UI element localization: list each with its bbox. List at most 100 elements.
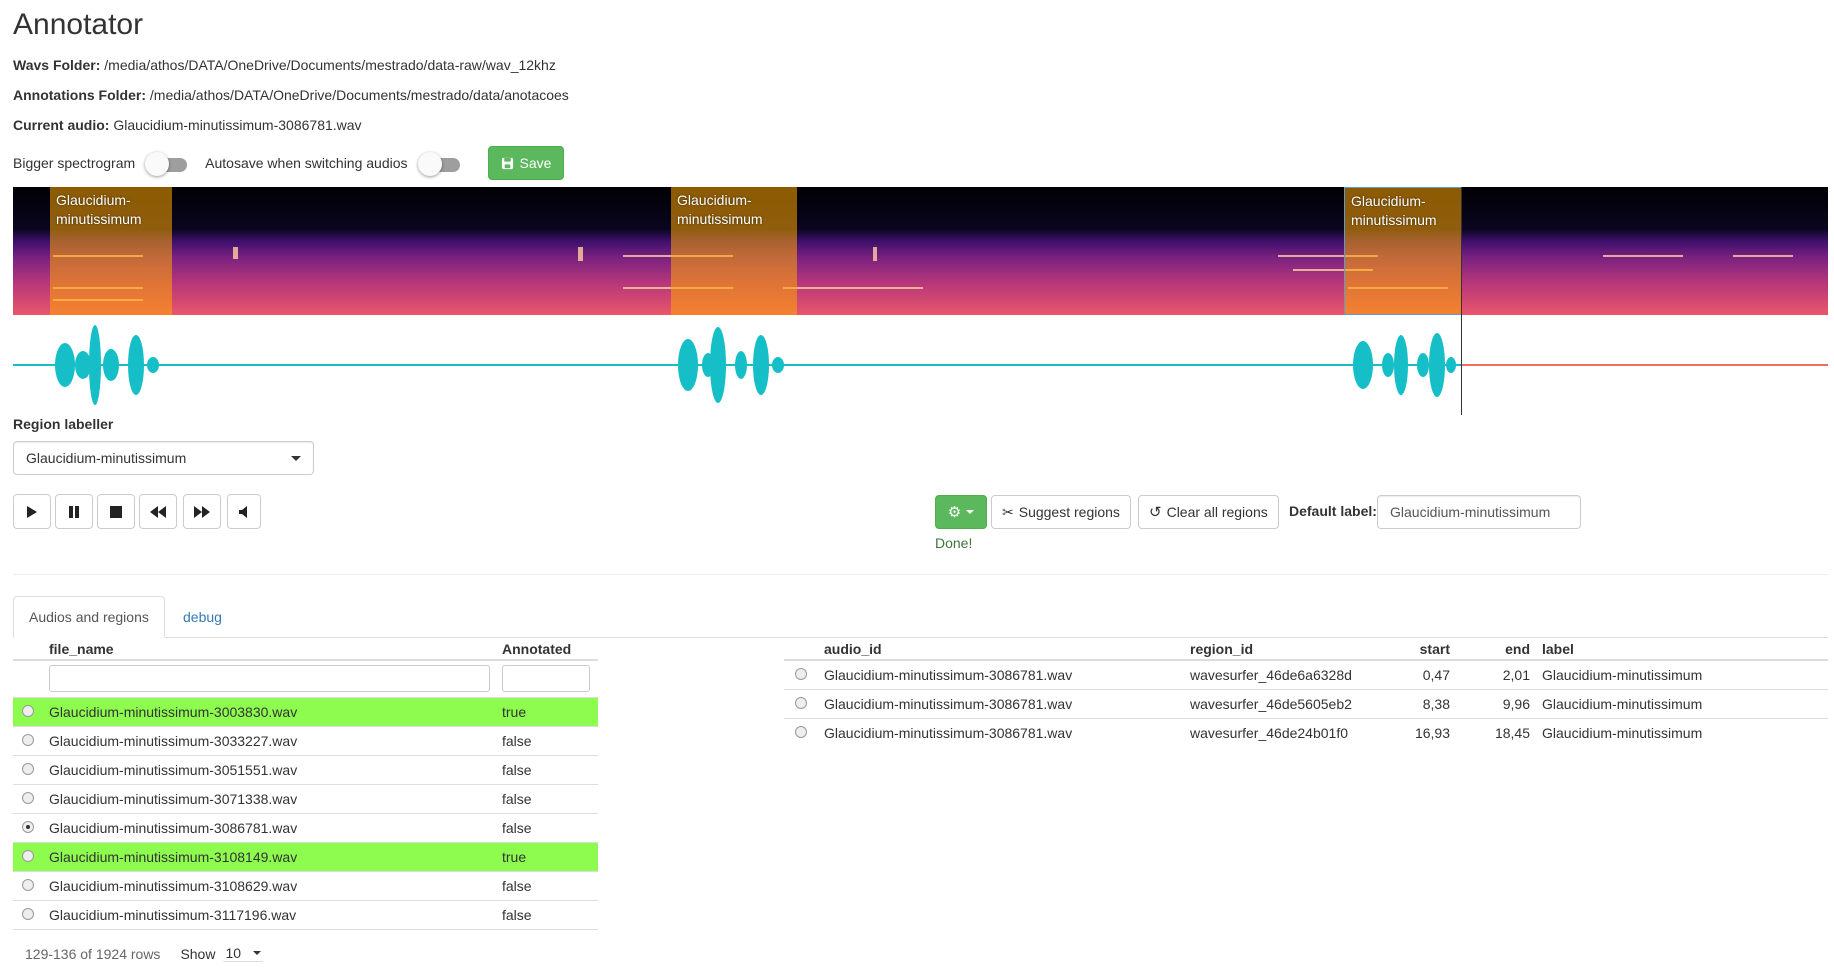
annotated-cell: true bbox=[496, 841, 598, 871]
annotated-cell: false bbox=[496, 783, 598, 813]
show-label: Show bbox=[180, 945, 216, 962]
audio-id-cell: Glaucidium-minutissimum-3086781.wav bbox=[824, 666, 1073, 683]
file-name-cell: Glaucidium-minutissimum-3051551.wav bbox=[43, 754, 496, 784]
label-cell: Glaucidium-minutissimum bbox=[1536, 717, 1828, 747]
region-2-label: Glaucidium-minutissimum bbox=[677, 192, 763, 227]
chevron-down-icon bbox=[966, 510, 975, 514]
row-select-radio[interactable] bbox=[795, 696, 807, 709]
row-select-radio[interactable] bbox=[795, 725, 807, 738]
row-select-radio[interactable] bbox=[22, 820, 34, 833]
file-name-cell: Glaucidium-minutissimum-3086781.wav bbox=[43, 812, 496, 842]
start-cell: 16,93 bbox=[1396, 717, 1456, 747]
stop-button[interactable] bbox=[97, 494, 135, 529]
wavs-folder-label: Wavs Folder: bbox=[13, 57, 101, 73]
page-size-value: 10 bbox=[225, 945, 242, 961]
files-col-file-name[interactable]: file_name bbox=[43, 638, 496, 661]
files-filter-row bbox=[13, 660, 598, 697]
row-select-radio[interactable] bbox=[22, 733, 34, 746]
regions-col-end[interactable]: end bbox=[1456, 638, 1536, 661]
table-row[interactable]: Glaucidium-minutissimum-3086781.wav wave… bbox=[784, 717, 1828, 747]
table-row[interactable]: Glaucidium-minutissimum-3108149.wav true bbox=[13, 841, 598, 871]
table-row[interactable]: Glaucidium-minutissimum-3117196.wav fals… bbox=[13, 899, 598, 930]
region-3[interactable]: Glaucidium-minutissimum bbox=[1344, 187, 1462, 315]
annotations-folder-value: /media/athos/DATA/OneDrive/Documents/mes… bbox=[149, 87, 569, 103]
forward-button[interactable] bbox=[183, 494, 221, 529]
pause-button[interactable] bbox=[55, 494, 93, 529]
tab-debug[interactable]: debug bbox=[168, 596, 237, 638]
region-1-label: Glaucidium-minutissimum bbox=[56, 192, 142, 227]
chevron-down-icon bbox=[291, 455, 301, 461]
settings-dropdown-button[interactable]: ⚙ bbox=[935, 495, 987, 529]
rows-info: 129-136 of 1924 rows bbox=[25, 945, 161, 962]
start-cell: 0,47 bbox=[1422, 666, 1450, 683]
tab-audios-and-regions[interactable]: Audios and regions bbox=[13, 596, 165, 638]
row-select-radio[interactable] bbox=[22, 878, 34, 891]
region-labeller-select[interactable]: Glaucidium-minutissimum bbox=[13, 441, 314, 475]
table-row[interactable]: Glaucidium-minutissimum-3071338.wav fals… bbox=[13, 783, 598, 813]
row-select-radio[interactable] bbox=[795, 667, 807, 680]
file-name-cell: Glaucidium-minutissimum-3003830.wav bbox=[43, 696, 496, 726]
forward-icon bbox=[194, 505, 210, 518]
current-audio-value: Glaucidium-minutissimum-3086781.wav bbox=[113, 117, 362, 133]
annotated-cell: false bbox=[496, 754, 598, 784]
annotations-folder-info: Annotations Folder: /media/athos/DATA/On… bbox=[13, 87, 569, 103]
region-id-cell: wavesurfer_46de5605eb2 bbox=[1184, 688, 1396, 718]
row-select-radio[interactable] bbox=[22, 907, 34, 920]
regions-col-start[interactable]: start bbox=[1396, 638, 1456, 661]
regions-col-label[interactable]: label bbox=[1536, 638, 1828, 661]
regions-col-audio-id[interactable]: audio_id bbox=[818, 638, 1184, 661]
playback-cursor[interactable] bbox=[1461, 187, 1462, 415]
floppy-disk-icon bbox=[501, 157, 513, 169]
label-cell: Glaucidium-minutissimum bbox=[1536, 688, 1828, 718]
bigger-spectrogram-toggle[interactable] bbox=[145, 152, 188, 176]
file-name-cell: Glaucidium-minutissimum-3108149.wav bbox=[43, 841, 496, 871]
spectrogram[interactable]: Glaucidium-minutissimum Glaucidium-minut… bbox=[13, 187, 1828, 315]
regions-col-region-id[interactable]: region_id bbox=[1184, 638, 1396, 661]
annotated-cell: false bbox=[496, 812, 598, 842]
table-row[interactable]: Glaucidium-minutissimum-3086781.wav fals… bbox=[13, 812, 598, 842]
tab-audios-and-regions-label: Audios and regions bbox=[29, 609, 149, 625]
table-row[interactable]: Glaucidium-minutissimum-3108629.wav fals… bbox=[13, 870, 598, 900]
region-1[interactable]: Glaucidium-minutissimum bbox=[50, 187, 172, 315]
autosave-toggle[interactable] bbox=[417, 152, 460, 176]
rewind-button[interactable] bbox=[139, 494, 177, 529]
row-select-radio[interactable] bbox=[22, 849, 34, 862]
file-name-cell: Glaucidium-minutissimum-3117196.wav bbox=[43, 899, 496, 930]
page-size-select[interactable]: 10 bbox=[223, 945, 264, 962]
play-icon bbox=[27, 505, 37, 518]
region-labeller-label: Region labeller bbox=[13, 416, 114, 432]
clear-regions-button[interactable]: ↺ Clear all regions bbox=[1138, 495, 1279, 529]
row-select-radio[interactable] bbox=[22, 791, 34, 804]
mute-button[interactable] bbox=[227, 494, 261, 529]
default-label-input[interactable]: Glaucidium-minutissimum bbox=[1377, 495, 1581, 529]
annotated-cell: false bbox=[496, 870, 598, 900]
table-row[interactable]: Glaucidium-minutissimum-3051551.wav fals… bbox=[13, 754, 598, 784]
waveform[interactable] bbox=[13, 318, 1828, 414]
annotated-cell: true bbox=[496, 696, 598, 726]
row-select-radio[interactable] bbox=[22, 762, 34, 775]
page-size-control: Show 10 bbox=[180, 945, 264, 962]
files-col-annotated[interactable]: Annotated bbox=[496, 638, 598, 661]
autosave-label: Autosave when switching audios bbox=[205, 155, 408, 171]
table-row[interactable]: Glaucidium-minutissimum-3003830.wav true bbox=[13, 696, 598, 726]
suggest-regions-label: Suggest regions bbox=[1018, 504, 1120, 520]
file-name-cell: Glaucidium-minutissimum-3071338.wav bbox=[43, 783, 496, 813]
file-name-filter-input[interactable] bbox=[49, 665, 490, 693]
table-row[interactable]: Glaucidium-minutissimum-3033227.wav fals… bbox=[13, 725, 598, 755]
row-select-radio[interactable] bbox=[22, 704, 34, 717]
speaker-icon bbox=[239, 505, 247, 518]
divider bbox=[13, 574, 1828, 575]
suggest-regions-button[interactable]: ✂ Suggest regions bbox=[991, 495, 1131, 529]
stop-icon bbox=[110, 505, 122, 518]
play-button[interactable] bbox=[13, 494, 51, 529]
current-audio-info: Current audio: Glaucidium-minutissimum-3… bbox=[13, 117, 362, 133]
backward-icon bbox=[150, 505, 166, 518]
table-row[interactable]: Glaucidium-minutissimum-3086781.wav wave… bbox=[784, 688, 1828, 718]
wavs-folder-value: /media/athos/DATA/OneDrive/Documents/mes… bbox=[104, 57, 556, 73]
region-2[interactable]: Glaucidium-minutissimum bbox=[671, 187, 797, 315]
table-row[interactable]: Glaucidium-minutissimum-3086781.wav wave… bbox=[784, 660, 1828, 689]
current-audio-label: Current audio: bbox=[13, 117, 110, 133]
annotated-filter-input[interactable] bbox=[502, 665, 590, 693]
save-button[interactable]: Save bbox=[487, 146, 565, 180]
undo-icon: ↺ bbox=[1149, 504, 1162, 521]
